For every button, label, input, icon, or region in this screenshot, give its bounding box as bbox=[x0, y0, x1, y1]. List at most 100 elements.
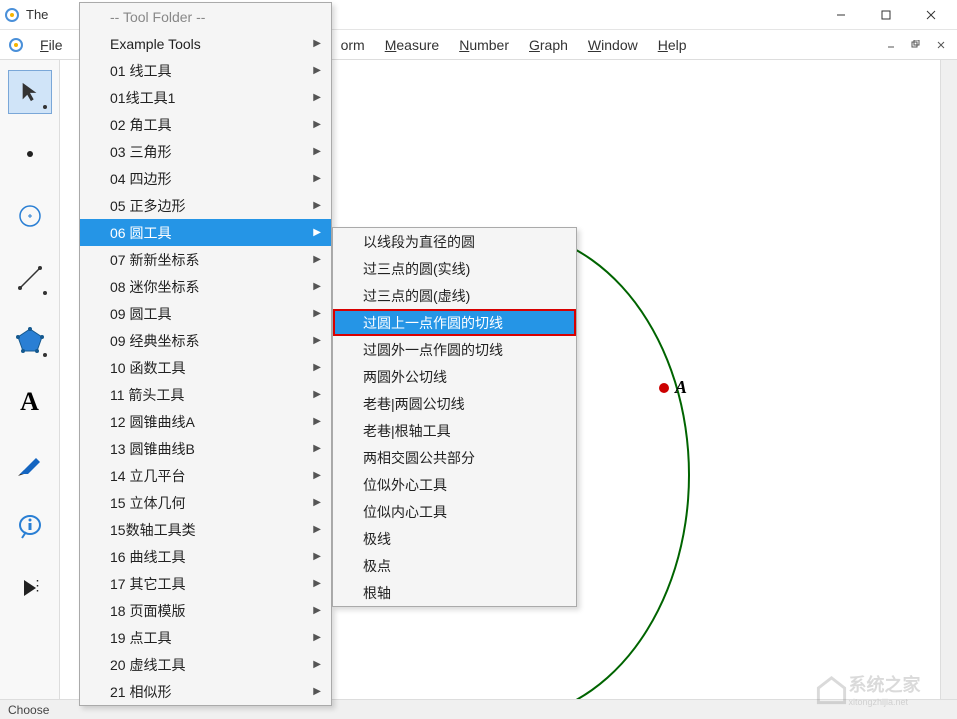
menu-item-label: 15数轴工具类 bbox=[110, 520, 196, 540]
menu-item-label: 20 虚线工具 bbox=[110, 655, 185, 675]
submenu-item-label: 过圆上一点作圆的切线 bbox=[363, 313, 503, 333]
submenu-arrow-icon: ▶ bbox=[313, 173, 321, 184]
submenu-item[interactable]: 过三点的圆(实线) bbox=[333, 255, 576, 282]
menu-item[interactable]: 01 线工具▶ bbox=[80, 57, 331, 84]
menu-item[interactable]: 13 圆锥曲线B▶ bbox=[80, 435, 331, 462]
menu-item-label: 19 点工具 bbox=[110, 628, 171, 648]
submenu-arrow-icon: ▶ bbox=[313, 308, 321, 319]
status-text: Choose bbox=[8, 703, 49, 717]
straightedge-line-tool[interactable] bbox=[8, 256, 52, 300]
menu-item[interactable]: 16 曲线工具 ▶ bbox=[80, 543, 331, 570]
submenu-item[interactable]: 位似外心工具 bbox=[333, 471, 576, 498]
point-a[interactable]: A bbox=[659, 377, 687, 398]
menu-item[interactable]: 05 正多边形▶ bbox=[80, 192, 331, 219]
text-tool[interactable]: A bbox=[8, 380, 52, 424]
menu-item-label: 01 线工具 bbox=[110, 61, 171, 81]
submenu-arrow-icon: ▶ bbox=[313, 254, 321, 265]
submenu-arrow-icon: ▶ bbox=[313, 443, 321, 454]
menu-item[interactable]: 18 页面模版 ▶ bbox=[80, 597, 331, 624]
submenu-item[interactable]: 两圆外公切线 bbox=[333, 363, 576, 390]
menu-item-label: 14 立几平台 bbox=[110, 466, 185, 486]
compass-circle-tool[interactable] bbox=[8, 194, 52, 238]
menu-item[interactable]: 15 立体几何 ▶ bbox=[80, 489, 331, 516]
submenu-arrow-icon: ▶ bbox=[313, 686, 321, 697]
submenu-arrow-icon: ▶ bbox=[313, 551, 321, 562]
submenu-arrow-icon: ▶ bbox=[313, 38, 321, 49]
menu-item[interactable]: 15数轴工具类 ▶ bbox=[80, 516, 331, 543]
minimize-button[interactable] bbox=[818, 1, 863, 29]
submenu-item[interactable]: 根轴 bbox=[333, 579, 576, 606]
menu-item-label: 07 新新坐标系 bbox=[110, 250, 199, 270]
submenu-item[interactable]: 极线 bbox=[333, 525, 576, 552]
submenu-item-label: 极点 bbox=[363, 556, 391, 576]
selection-arrow-tool[interactable] bbox=[8, 70, 52, 114]
menu-item-label: 04 四边形 bbox=[110, 169, 171, 189]
menu-item-label: 11 箭头工具 bbox=[110, 385, 184, 405]
menu-item[interactable]: 01线工具1▶ bbox=[80, 84, 331, 111]
submenu-arrow-icon: ▶ bbox=[313, 92, 321, 103]
menu-item[interactable]: 10 函数工具▶ bbox=[80, 354, 331, 381]
submenu-arrow-icon: ▶ bbox=[313, 146, 321, 157]
maximize-button[interactable] bbox=[863, 1, 908, 29]
menu-item[interactable]: 02 角工具▶ bbox=[80, 111, 331, 138]
menu-item[interactable]: Example Tools▶ bbox=[80, 30, 331, 57]
menu-measure[interactable]: Measure bbox=[379, 35, 445, 55]
menu-item[interactable]: 03 三角形▶ bbox=[80, 138, 331, 165]
information-tool[interactable] bbox=[8, 504, 52, 548]
submenu-item[interactable]: 过圆上一点作圆的切线 bbox=[333, 309, 576, 336]
menu-item[interactable]: 09 圆工具 ▶ bbox=[80, 300, 331, 327]
mdi-close-button[interactable] bbox=[932, 36, 949, 53]
menu-orm-fragment[interactable]: orm bbox=[335, 35, 371, 55]
mdi-minimize-button[interactable] bbox=[882, 36, 899, 53]
submenu-arrow-icon: ▶ bbox=[313, 497, 321, 508]
doc-icon bbox=[8, 37, 24, 53]
submenu-arrow-icon: ▶ bbox=[313, 605, 321, 616]
menu-item[interactable]: 11 箭头工具▶ bbox=[80, 381, 331, 408]
submenu-arrow-icon: ▶ bbox=[313, 659, 321, 670]
polygon-tool[interactable] bbox=[8, 318, 52, 362]
menu-item-label: 21 相似形 bbox=[110, 682, 171, 702]
menu-file[interactable]: File bbox=[34, 35, 69, 55]
submenu-item[interactable]: 位似内心工具 bbox=[333, 498, 576, 525]
submenu-item[interactable]: 过圆外一点作圆的切线 bbox=[333, 336, 576, 363]
menu-item[interactable]: 04 四边形 ▶ bbox=[80, 165, 331, 192]
menu-graph[interactable]: Graph bbox=[523, 35, 574, 55]
menu-number[interactable]: Number bbox=[453, 35, 515, 55]
submenu-item[interactable]: 老巷|根轴工具 bbox=[333, 417, 576, 444]
submenu-item[interactable]: 两相交圆公共部分 bbox=[333, 444, 576, 471]
menu-item-label: 08 迷你坐标系 bbox=[110, 277, 199, 297]
point-tool[interactable] bbox=[8, 132, 52, 176]
menu-item-label: 16 曲线工具 bbox=[110, 547, 185, 567]
menu-item-label: 15 立体几何 bbox=[110, 493, 185, 513]
tool-submenu-indicator bbox=[43, 105, 47, 109]
submenu-item-label: 根轴 bbox=[363, 583, 391, 603]
submenu-item-label: 极线 bbox=[363, 529, 391, 549]
menu-item[interactable]: 12 圆锥曲线A▶ bbox=[80, 408, 331, 435]
submenu-arrow-icon: ▶ bbox=[313, 524, 321, 535]
menu-window[interactable]: Window bbox=[582, 35, 644, 55]
menu-item-label: 09 圆工具 bbox=[110, 304, 171, 324]
submenu-item[interactable]: 以线段为直径的圆 bbox=[333, 228, 576, 255]
menu-item[interactable]: 07 新新坐标系 ▶ bbox=[80, 246, 331, 273]
menu-item[interactable]: 20 虚线工具 ▶ bbox=[80, 651, 331, 678]
close-button[interactable] bbox=[908, 1, 953, 29]
menu-item[interactable]: 08 迷你坐标系▶ bbox=[80, 273, 331, 300]
menu-item[interactable]: 21 相似形 ▶ bbox=[80, 678, 331, 705]
menu-help[interactable]: Help bbox=[652, 35, 693, 55]
submenu-arrow-icon: ▶ bbox=[313, 119, 321, 130]
submenu-item[interactable]: 过三点的圆(虚线) bbox=[333, 282, 576, 309]
menu-item[interactable]: 17 其它工具▶ bbox=[80, 570, 331, 597]
submenu-arrow-icon: ▶ bbox=[313, 227, 321, 238]
mdi-restore-button[interactable] bbox=[907, 36, 924, 53]
menu-item[interactable]: 09 经典坐标系▶ bbox=[80, 327, 331, 354]
menu-item-label: 18 页面模版 bbox=[110, 601, 185, 621]
submenu-item-label: 过圆外一点作圆的切线 bbox=[363, 340, 503, 360]
submenu-item[interactable]: 老巷|两圆公切线 bbox=[333, 390, 576, 417]
marker-tool[interactable] bbox=[8, 442, 52, 486]
submenu-item-label: 位似内心工具 bbox=[363, 502, 447, 522]
submenu-item[interactable]: 极点 bbox=[333, 552, 576, 579]
custom-tools-button[interactable]: ⋮ bbox=[8, 566, 52, 610]
menu-item[interactable]: 06 圆工具▶ bbox=[80, 219, 331, 246]
menu-item[interactable]: 19 点工具▶ bbox=[80, 624, 331, 651]
menu-item[interactable]: 14 立几平台▶ bbox=[80, 462, 331, 489]
